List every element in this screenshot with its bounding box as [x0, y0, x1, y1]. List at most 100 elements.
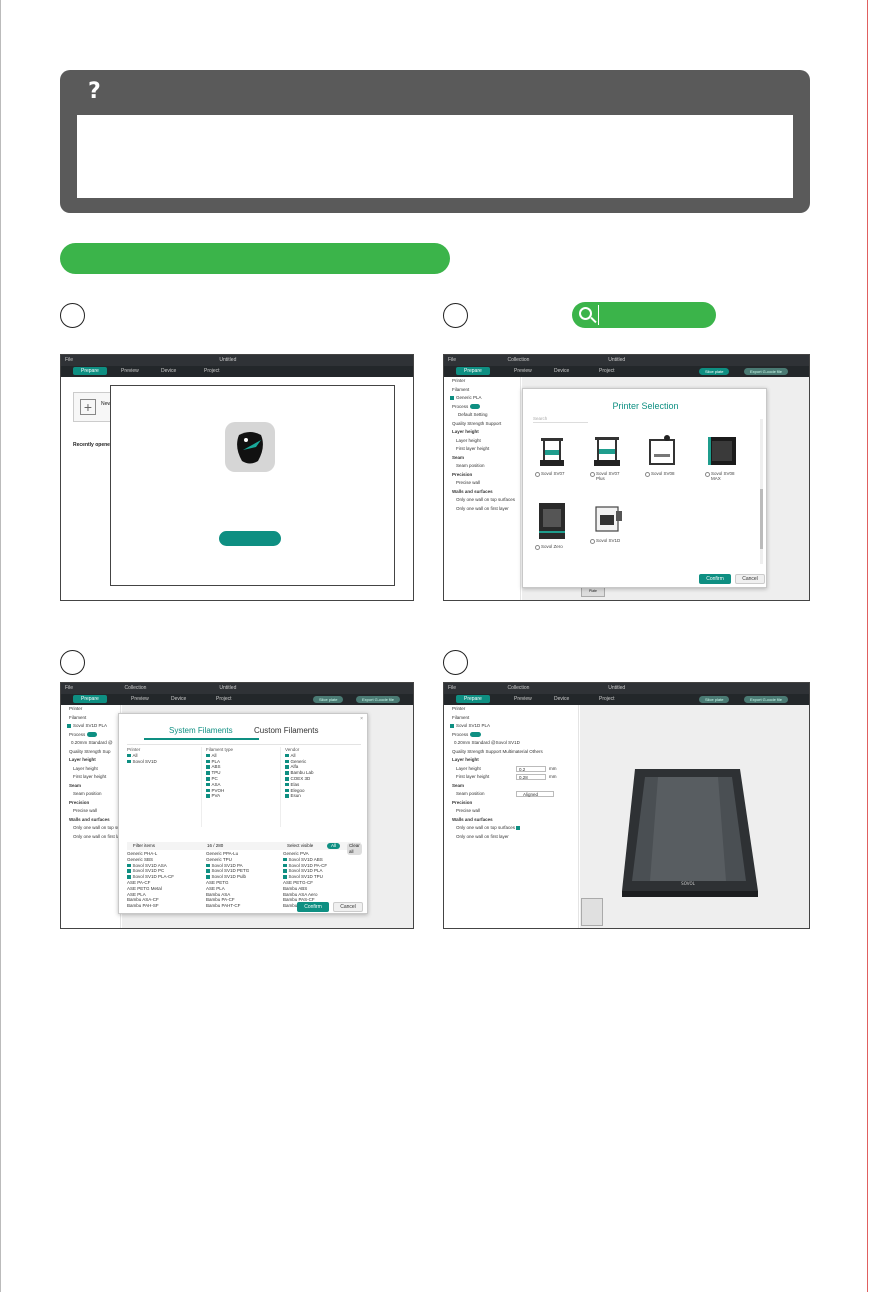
- sidebar-filament[interactable]: Filament: [61, 714, 120, 723]
- sidebar-seam-position: Seam position Aligned: [444, 790, 578, 799]
- filament-item[interactable]: Bambu PAH-SF: [127, 903, 205, 909]
- type-filter-item[interactable]: PVA: [206, 793, 280, 799]
- export-button[interactable]: Export G-code file: [356, 696, 401, 703]
- file-menu[interactable]: File: [65, 357, 73, 363]
- sidebar-seam-position: Seam position: [73, 791, 102, 796]
- tab-device[interactable]: Device: [161, 368, 176, 374]
- sidebar-process[interactable]: Process: [61, 731, 120, 740]
- screenshot-welcome: File Untitled Prepare Preview Device Pro…: [60, 354, 414, 601]
- tab-device[interactable]: Device: [554, 696, 569, 702]
- sidebar-filament-item[interactable]: Generic PLA: [444, 394, 520, 403]
- dialog-scrollbar[interactable]: [760, 419, 763, 564]
- slice-plate-button[interactable]: Slice plate: [313, 696, 344, 703]
- sidebar-printer[interactable]: Printer: [444, 705, 578, 714]
- tab-preview[interactable]: Preview: [121, 368, 139, 374]
- slice-plate-button[interactable]: Slice plate: [699, 368, 730, 375]
- filament-item[interactable]: Bambu PAHT-CF: [206, 903, 284, 909]
- printer-card-sv08[interactable]: Sovol SV08: [645, 434, 683, 477]
- confirm-button[interactable]: Confirm: [297, 902, 329, 912]
- sidebar-process-preset[interactable]: Default Setting: [444, 411, 520, 420]
- file-menu[interactable]: File: [448, 357, 456, 363]
- sidebar-process[interactable]: Process: [444, 403, 520, 412]
- sidebar-tabs[interactable]: Quality Strength Support Multimaterial O…: [444, 748, 578, 757]
- layer-height-input[interactable]: 0.2: [516, 765, 546, 772]
- title-bar: File Collection Untitled: [444, 355, 809, 366]
- printer-card-zero[interactable]: Sovol Zero: [535, 501, 573, 550]
- printer-filter-item[interactable]: Sovol SV1D: [127, 759, 201, 765]
- filament-name: Sovol SV1D PLA: [456, 723, 491, 728]
- tab-device[interactable]: Device: [171, 696, 186, 702]
- tab-project[interactable]: Project: [204, 368, 220, 374]
- type-filter-column: Filament type All PLA ABS TPU PC ASA PVO…: [206, 747, 281, 827]
- printer-search-input[interactable]: Search: [533, 416, 588, 423]
- tab-project[interactable]: Project: [216, 696, 232, 702]
- cancel-button[interactable]: Cancel: [735, 574, 765, 584]
- sidebar-process-preset[interactable]: 0.20mm Standard @: [61, 739, 120, 748]
- printer-image: [535, 501, 569, 541]
- plate-thumbnail[interactable]: [581, 898, 603, 926]
- sidebar-process-preset[interactable]: 0.20mm Standard @Sovol SV1D: [444, 739, 578, 748]
- export-button[interactable]: Export G-code file: [744, 696, 789, 703]
- slice-plate-button[interactable]: Slice plate: [699, 696, 730, 703]
- layer-height-label: Layer height: [456, 765, 481, 771]
- tab-prepare[interactable]: Prepare: [73, 695, 107, 703]
- file-menu[interactable]: File: [448, 685, 456, 691]
- tab-prepare[interactable]: Prepare: [73, 367, 107, 375]
- screenshot-plate-view: File Collection Untitled Prepare Preview…: [443, 682, 810, 929]
- printer-card-sv08-max[interactable]: Sovol SV08 MAX: [705, 434, 743, 481]
- sidebar-tabs[interactable]: Quality Strength Support: [444, 420, 520, 429]
- tab-prepare[interactable]: Prepare: [456, 367, 490, 375]
- top-wall-label: Only one wall on top surfaces: [456, 825, 516, 830]
- sidebar-printer[interactable]: Printer: [444, 377, 520, 386]
- sidebar-seam-position: Seam position: [456, 463, 485, 468]
- window-title: Untitled: [219, 685, 237, 691]
- screenshot-filament-selection: File Collection Untitled Prepare Preview…: [60, 682, 414, 929]
- login-button[interactable]: [219, 531, 281, 546]
- new-project-card[interactable]: + New: [73, 392, 113, 422]
- select-all-button[interactable]: All: [327, 843, 341, 849]
- 3d-canvas[interactable]: SOVOL: [580, 705, 809, 928]
- first-layer-height-label: First layer height: [456, 774, 490, 779]
- sidebar-filament-item[interactable]: Sovol SV1D PLA: [61, 722, 120, 731]
- seam-position-select[interactable]: Aligned: [516, 791, 554, 797]
- sidebar-tabs[interactable]: Quality Strength Sup: [61, 748, 120, 757]
- confirm-button[interactable]: Confirm: [699, 574, 731, 584]
- cancel-button[interactable]: Cancel: [333, 902, 363, 912]
- tab-project[interactable]: Project: [599, 368, 615, 374]
- vendor-filter-item[interactable]: Esun: [285, 793, 361, 799]
- build-plate: SOVOL: [622, 769, 758, 897]
- tab-preview[interactable]: Preview: [514, 696, 532, 702]
- tab-custom-filaments[interactable]: Custom Filaments: [254, 726, 318, 735]
- close-icon[interactable]: ×: [360, 716, 363, 722]
- question-box: ?: [60, 70, 810, 213]
- tab-preview[interactable]: Preview: [131, 696, 149, 702]
- tab-device[interactable]: Device: [554, 368, 569, 374]
- printer-card-sv1d[interactable]: Sovol SV1D: [590, 501, 628, 544]
- sidebar-process[interactable]: Process: [444, 731, 578, 740]
- printer-card-sv07-plus[interactable]: Sovol SV07 Plus: [590, 434, 628, 481]
- collection-menu[interactable]: Collection: [124, 685, 146, 691]
- top-wall-checkbox[interactable]: [516, 826, 520, 830]
- export-button[interactable]: Export G-code file: [744, 368, 789, 375]
- sidebar-first-layer-height: First layer height 0.28 mm: [444, 773, 578, 782]
- seam-position-label: Seam position: [456, 791, 485, 796]
- printer-card-sv07[interactable]: Sovol SV07: [535, 434, 573, 477]
- sidebar-filament-item[interactable]: Sovol SV1D PLA: [444, 722, 578, 731]
- file-menu[interactable]: File: [65, 685, 73, 691]
- collection-menu[interactable]: Collection: [507, 685, 529, 691]
- tab-prepare[interactable]: Prepare: [456, 695, 490, 703]
- printer-image: [645, 434, 679, 468]
- sidebar-printer[interactable]: Printer: [61, 705, 120, 714]
- sidebar-filament[interactable]: Filament: [444, 714, 578, 723]
- question-icon: ?: [88, 79, 101, 104]
- tab-preview[interactable]: Preview: [514, 368, 532, 374]
- tab-project[interactable]: Project: [599, 696, 615, 702]
- process-label: Process: [69, 731, 86, 737]
- collection-menu[interactable]: Collection: [507, 357, 529, 363]
- sidebar-filament[interactable]: Filament: [444, 386, 520, 395]
- first-layer-height-input[interactable]: 0.28: [516, 774, 546, 780]
- tab-system-filaments[interactable]: System Filaments: [169, 726, 233, 735]
- printer-image: [590, 501, 624, 535]
- filter-items-input[interactable]: Filter items: [133, 843, 155, 848]
- sidebar-top-wall: Only one wall on top surfaces: [456, 497, 516, 502]
